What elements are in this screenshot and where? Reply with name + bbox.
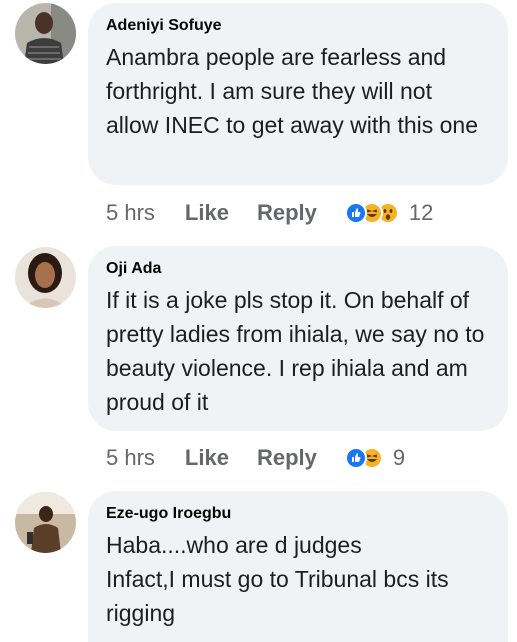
comment-timestamp[interactable]: 5 hrs [106,445,155,471]
comment-actions: 5 hrs Like Reply 9 [106,442,405,474]
reply-button[interactable]: Reply [257,200,317,226]
comment-author[interactable]: Adeniyi Sofuye [106,16,490,36]
avatar[interactable] [15,247,76,308]
comment-text: Haba....who are d judges Infact,I must g… [106,528,490,630]
comment-bubble: Oji Ada If it is a joke pls stop it. On … [88,246,508,431]
like-icon [344,202,367,224]
reaction-count: 9 [392,445,406,470]
comment-text: If it is a joke pls stop it. On behalf o… [106,287,485,415]
like-button[interactable]: Like [185,445,229,471]
comment-bubble: Adeniyi Sofuye Anambra people are fearle… [88,3,508,185]
comment-text: Anambra people are fearless and forthrig… [106,44,479,138]
reactions-summary[interactable]: 12 [344,200,434,226]
avatar[interactable] [15,492,76,553]
comment-text-line: Infact,I must go to Tribunal bcs its rig… [106,566,449,626]
comment-text-line: Haba....who are d judges [106,532,362,558]
comment-timestamp[interactable]: 5 hrs [106,200,155,226]
comment-bubble: Eze-ugo Iroegbu Haba....who are d judges… [88,491,508,642]
reaction-count: 12 [408,200,434,225]
reply-button[interactable]: Reply [257,445,317,471]
comment-author[interactable]: Oji Ada [106,259,490,279]
comment-actions: 5 hrs Like Reply 12 [106,197,433,229]
avatar[interactable] [15,3,76,64]
like-button[interactable]: Like [185,200,229,226]
comment-author[interactable]: Eze-ugo Iroegbu [106,504,490,524]
reactions-summary[interactable]: 9 [344,445,406,471]
like-icon [344,447,367,469]
